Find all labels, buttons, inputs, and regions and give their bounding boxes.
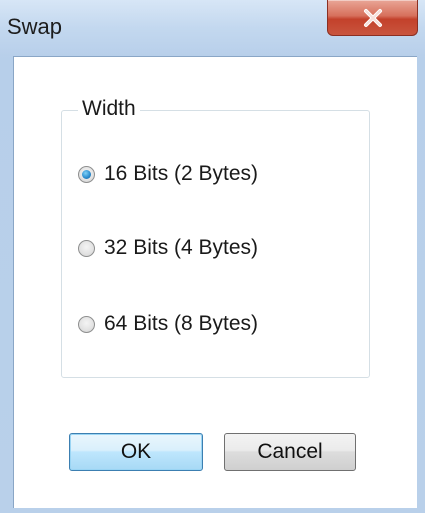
close-button[interactable]: [327, 0, 418, 36]
close-icon: [328, 0, 417, 35]
radio-button[interactable]: [78, 315, 95, 333]
radio-32-bits[interactable]: 32 Bits (4 Bytes): [78, 235, 258, 261]
title-bar[interactable]: Swap: [0, 0, 425, 56]
width-group-label: Width: [78, 97, 140, 121]
ok-button[interactable]: OK: [69, 433, 203, 471]
radio-32-bits-label[interactable]: 32 Bits (4 Bytes): [104, 236, 258, 260]
radio-button[interactable]: [78, 239, 95, 257]
radio-16-bits[interactable]: 16 Bits (2 Bytes): [78, 161, 258, 187]
radio-16-bits-label[interactable]: 16 Bits (2 Bytes): [104, 162, 258, 186]
radio-64-bits[interactable]: 64 Bits (8 Bytes): [78, 311, 258, 337]
window-title: Swap: [7, 14, 63, 39]
radio-64-bits-label[interactable]: 64 Bits (8 Bytes): [104, 312, 258, 336]
radio-button[interactable]: [78, 165, 95, 183]
cancel-button[interactable]: Cancel: [224, 433, 356, 471]
